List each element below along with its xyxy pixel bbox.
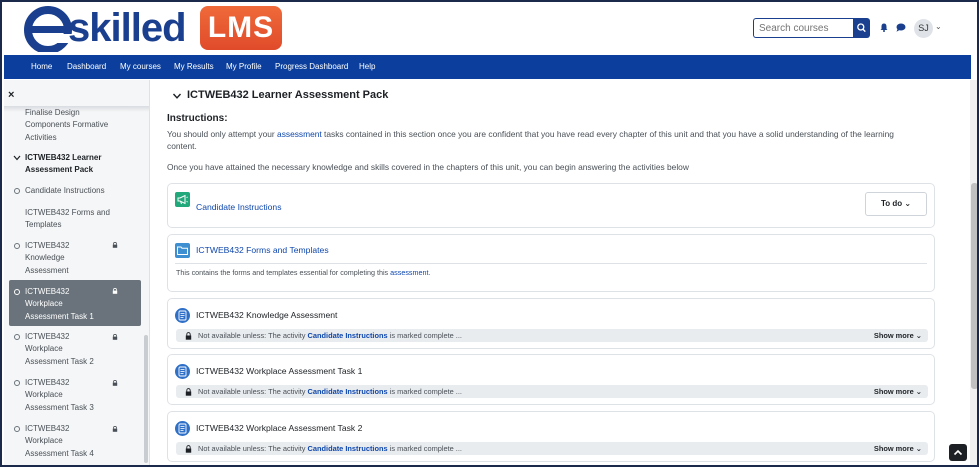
sidebar-item-knowledge-assessment[interactable]: ICTWEB432 Knowledge Assessment — [25, 240, 69, 277]
completion-todo-button[interactable]: To do ⌄ — [865, 192, 927, 216]
logo-wordmark[interactable]: skilled — [68, 5, 187, 51]
primary-navigation: Home Dashboard My courses My Results My … — [4, 55, 971, 79]
assessment-description-link[interactable]: assessment — [390, 268, 428, 277]
sidebar-item-forms-templates[interactable]: ICTWEB432 Forms and Templates — [25, 207, 110, 232]
nav-my-results[interactable]: My Results — [174, 55, 214, 79]
activity-card-workplace-task-2: ICTWEB432 Workplace Assessment Task 2 No… — [167, 411, 935, 462]
restriction-notice: Not available unless: The activity Candi… — [176, 385, 928, 398]
nav-home[interactable]: Home — [31, 55, 52, 79]
activity-card-knowledge-assessment: ICTWEB432 Knowledge Assessment Not avail… — [167, 298, 935, 349]
lock-icon — [112, 242, 118, 248]
sidebar-item-workplace-task-1[interactable]: ICTWEB432 Workplace Assessment Task 1 — [25, 286, 94, 323]
activity-card-candidate-instructions: Candidate Instructions To do ⌄ — [167, 183, 935, 228]
restriction-text: Not available unless: The activity Candi… — [198, 331, 462, 340]
course-content: ICTWEB432 Learner Assessment Pack Instru… — [151, 80, 971, 465]
show-more-button[interactable]: Show more ⌄ — [874, 387, 922, 396]
sidebar-item-workplace-task-4[interactable]: ICTWEB432 Workplace Assessment Task 4 — [25, 423, 94, 460]
chevron-down-icon: ⌄ — [915, 331, 922, 340]
user-avatar[interactable]: SJ — [914, 19, 933, 38]
assignment-icon — [175, 364, 190, 379]
completion-circle-icon — [14, 243, 20, 249]
nav-my-courses[interactable]: My courses — [120, 55, 161, 79]
activity-card-workplace-task-1: ICTWEB432 Workplace Assessment Task 1 No… — [167, 354, 935, 405]
section-chevron-down-icon[interactable] — [172, 92, 182, 100]
nav-help[interactable]: Help — [359, 55, 375, 79]
activity-description: This contains the forms and templates es… — [176, 268, 431, 277]
lock-icon — [112, 288, 118, 294]
todo-chevron-down-icon: ⌄ — [904, 199, 912, 208]
sidebar-section-learner-assessment-pack[interactable]: ICTWEB432 Learner Assessment Pack — [25, 152, 101, 177]
lock-icon — [185, 445, 192, 453]
search-icon — [857, 23, 866, 33]
search-button[interactable] — [853, 18, 870, 38]
completion-circle-icon — [14, 289, 20, 295]
chevron-down-icon: ⌄ — [915, 444, 922, 453]
megaphone-icon — [175, 192, 190, 207]
completion-circle-icon — [14, 380, 20, 386]
activity-name-workplace-task-1[interactable]: ICTWEB432 Workplace Assessment Task 1 — [196, 366, 362, 376]
lock-icon — [112, 334, 118, 340]
sidebar-item-finalise-design[interactable]: Finalise Design Components Formative Act… — [25, 107, 108, 144]
back-to-top-button[interactable] — [949, 444, 967, 461]
restriction-text: Not available unless: The activity Candi… — [198, 444, 462, 453]
chevron-down-icon: ⌄ — [915, 387, 922, 396]
activity-name-workplace-task-2[interactable]: ICTWEB432 Workplace Assessment Task 2 — [196, 423, 362, 433]
lock-icon — [185, 332, 192, 340]
assignment-icon — [175, 308, 190, 323]
assessment-link[interactable]: assessment — [277, 129, 322, 139]
nav-my-profile[interactable]: My Profile — [226, 55, 262, 79]
instructions-heading: Instructions: — [167, 113, 228, 124]
sidebar-item-workplace-task-2[interactable]: ICTWEB432 Workplace Assessment Task 2 — [25, 331, 94, 368]
instructions-paragraph-1: You should only attempt your assessment … — [167, 129, 894, 152]
card-divider — [175, 263, 927, 264]
app-frame: skilled LMS SJ ⌄ Home Dashboard My cours… — [0, 0, 979, 467]
main-scrollbar-thumb[interactable] — [971, 183, 977, 389]
restriction-notice: Not available unless: The activity Candi… — [176, 442, 928, 455]
user-menu-chevron-down-icon[interactable]: ⌄ — [935, 22, 942, 31]
activity-name-knowledge-assessment[interactable]: ICTWEB432 Knowledge Assessment — [196, 310, 337, 320]
completion-circle-icon — [14, 426, 20, 432]
logo-lms-badge[interactable]: LMS — [200, 6, 282, 50]
section-collapse-chevron-icon[interactable] — [13, 154, 21, 163]
activity-card-forms-templates: ICTWEB432 Forms and Templates This conta… — [167, 234, 935, 292]
activity-link-forms-templates[interactable]: ICTWEB432 Forms and Templates — [196, 245, 329, 255]
site-header: skilled LMS SJ ⌄ — [2, 2, 977, 55]
folder-icon — [175, 243, 190, 258]
show-more-button[interactable]: Show more ⌄ — [874, 331, 922, 340]
restriction-activity-link[interactable]: Candidate Instructions — [308, 387, 388, 396]
notification-bell-icon[interactable] — [880, 23, 888, 32]
close-drawer-icon[interactable]: × — [8, 89, 14, 101]
drawer-scrollbar[interactable] — [144, 335, 148, 463]
lock-icon — [185, 388, 192, 396]
activity-link-candidate-instructions[interactable]: Candidate Instructions — [196, 202, 282, 212]
messages-icon[interactable] — [896, 23, 906, 32]
nav-dashboard[interactable]: Dashboard — [67, 55, 106, 79]
chevron-up-icon — [953, 449, 963, 456]
completion-circle-icon — [14, 188, 20, 194]
restriction-notice: Not available unless: The activity Candi… — [176, 329, 928, 342]
section-title[interactable]: ICTWEB432 Learner Assessment Pack — [187, 89, 388, 101]
lock-icon — [112, 426, 118, 432]
restriction-activity-link[interactable]: Candidate Instructions — [308, 444, 388, 453]
completion-circle-icon — [14, 334, 20, 340]
instructions-paragraph-2: Once you have attained the necessary kno… — [167, 162, 689, 172]
restriction-text: Not available unless: The activity Candi… — [198, 387, 462, 396]
sidebar-item-workplace-task-3[interactable]: ICTWEB432 Workplace Assessment Task 3 — [25, 377, 94, 414]
show-more-button[interactable]: Show more ⌄ — [874, 444, 922, 453]
course-index-drawer: × Finalise Design Components Formative A… — [4, 80, 150, 465]
assignment-icon — [175, 421, 190, 436]
nav-progress-dashboard[interactable]: Progress Dashboard — [275, 55, 348, 79]
eskilled-logo-icon[interactable] — [24, 6, 72, 52]
search-courses-input[interactable] — [753, 18, 853, 38]
sidebar-item-candidate-instructions[interactable]: Candidate Instructions — [25, 185, 105, 197]
lock-icon — [112, 380, 118, 386]
restriction-activity-link[interactable]: Candidate Instructions — [308, 331, 388, 340]
